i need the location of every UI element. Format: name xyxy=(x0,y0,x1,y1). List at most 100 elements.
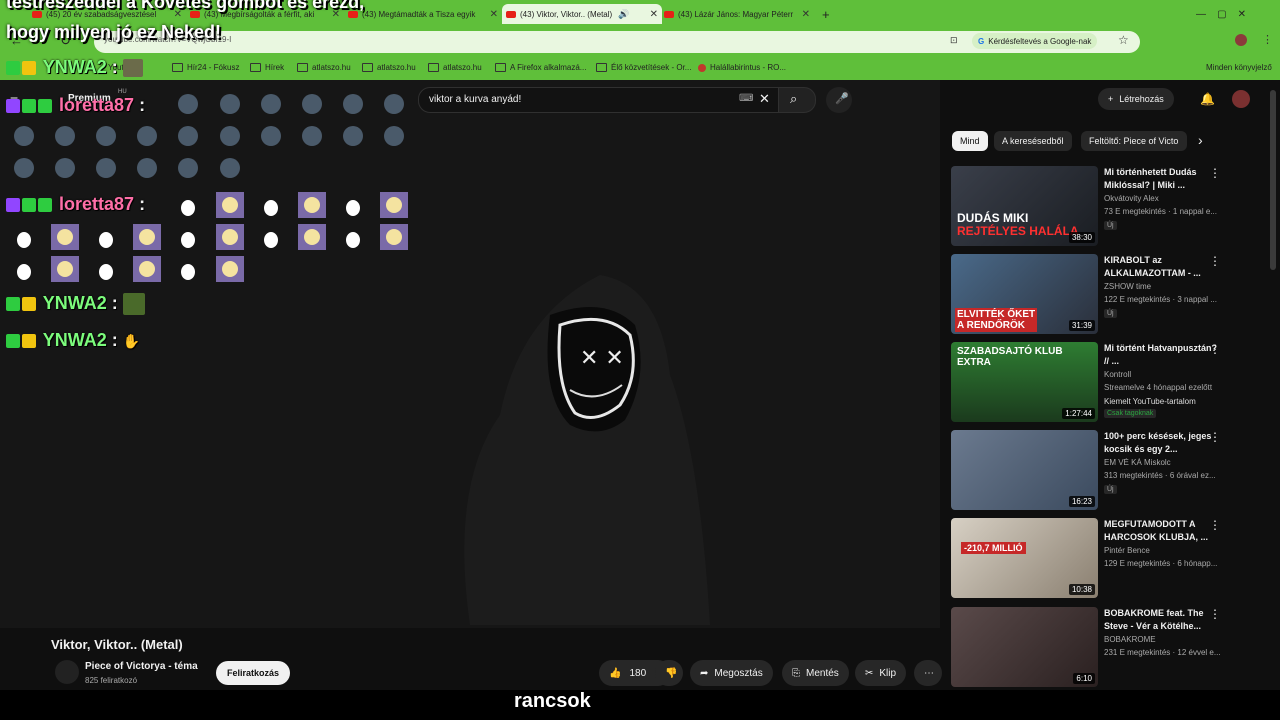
bookmark-halallabirintus[interactable]: Halállabirintus - RO... xyxy=(698,63,786,72)
window-controls[interactable]: — ▢ ✕ xyxy=(1196,4,1276,24)
bookmark-hir24[interactable]: Hír24 - Fókusz xyxy=(172,63,239,72)
duration-badge: 38:30 xyxy=(1068,232,1095,243)
voice-search-button[interactable]: 🎤 xyxy=(826,87,852,113)
tab-label: (43) Megtámadták a Tisza egyik xyxy=(362,9,476,19)
video-thumbnail[interactable]: ELVITTÉK ŐKET A RENDŐRÖK 31:39 xyxy=(951,254,1098,334)
crown-badge-icon xyxy=(22,334,36,349)
share-button[interactable]: ➦ Megosztás xyxy=(690,660,773,686)
new-badge: Új xyxy=(1104,221,1117,230)
chip-uploader[interactable]: Feltöltő: Piece of Victo xyxy=(1081,131,1187,151)
video-title[interactable]: KIRABOLT az ALKALMAZOTTAM - ... xyxy=(1104,254,1224,280)
tab-3[interactable]: (43) Megtámadták a Tisza egyik ✕ xyxy=(348,4,498,24)
video-meta: 73 E megtekintés · 1 nappal e... xyxy=(1104,207,1217,216)
search-box[interactable]: viktor a kurva anyád! ⌨ ✕ xyxy=(418,87,780,113)
channel-name[interactable]: EM VÉ KÁ Miskolc xyxy=(1104,458,1222,467)
recommendation-item[interactable]: 16:23 100+ perc késések, jeges kocsik és… xyxy=(951,430,1251,512)
tab-4-active[interactable]: (43) Viktor, Viktor.. (Metal) 🔊 ✕ xyxy=(502,4,662,24)
close-tab-icon[interactable]: ✕ xyxy=(486,9,498,20)
video-thumbnail[interactable]: 16:23 xyxy=(951,430,1098,510)
scrollbar[interactable] xyxy=(1270,90,1276,270)
more-options-icon[interactable]: ⋮ xyxy=(1209,430,1221,444)
channel-name[interactable]: BOBAKROME xyxy=(1104,635,1222,644)
recommendation-item[interactable]: 6:10 BOBAKROME feat. The Steve - Vér a K… xyxy=(951,607,1251,689)
channel-avatar[interactable] xyxy=(55,660,79,684)
recommendation-item[interactable]: SZABADSAJTÓ KLUB EXTRA 1:27:44 Mi történ… xyxy=(951,342,1251,424)
channel-name[interactable]: Kontroll xyxy=(1104,370,1222,379)
bookmark-firefox[interactable]: A Firefox alkalmazá... xyxy=(495,63,586,72)
browser-menu-icon[interactable]: ⋮ xyxy=(1262,33,1273,46)
video-title[interactable]: BOBAKROME feat. The Steve - Vér a Kötélh… xyxy=(1104,607,1224,633)
channel-name[interactable]: Pintér Bence xyxy=(1104,546,1222,555)
bookmark-atlatszo-2[interactable]: atlatszo.hu xyxy=(362,63,416,72)
video-title[interactable]: MEGFUTAMODOTT A HARCOSOK KLUBJA, ... xyxy=(1104,518,1224,544)
more-options-icon[interactable]: ⋮ xyxy=(1209,166,1221,180)
ask-google-label: Kérdésfeltevés a Google-nak xyxy=(988,36,1092,46)
svg-text:✕ ✕: ✕ ✕ xyxy=(580,346,624,371)
channel-name[interactable]: Okvátovity Alex xyxy=(1104,194,1222,203)
emote-grid-ducks xyxy=(17,192,408,282)
search-button[interactable]: ⌕ xyxy=(778,87,816,113)
chip-from-search[interactable]: A keresésedből xyxy=(994,131,1072,151)
kick-badge-icon xyxy=(6,61,20,76)
featured-label: Kiemelt YouTube-tartalom xyxy=(1104,397,1196,406)
bookmark-atlatszo-1[interactable]: atlatszo.hu xyxy=(297,63,351,72)
tab-5[interactable]: (43) Lázár János: Magyar Péterr ✕ xyxy=(664,4,810,24)
bookmark-star-icon[interactable]: ☆ xyxy=(1118,33,1129,47)
more-options-icon[interactable]: ⋮ xyxy=(1209,254,1221,268)
folder-icon xyxy=(172,63,183,72)
kick-badge-icon xyxy=(6,334,20,349)
install-icon[interactable]: ⊡ xyxy=(950,35,958,46)
bookmark-elo[interactable]: Élő közvetítések - Or... xyxy=(596,63,691,72)
new-badge: Új xyxy=(1104,485,1117,494)
more-actions-button[interactable]: ⋯ xyxy=(914,660,942,686)
recommendation-item[interactable]: ELVITTÉK ŐKET A RENDŐRÖK 31:39 KIRABOLT a… xyxy=(951,254,1251,336)
chevron-right-icon[interactable]: › xyxy=(1198,132,1203,148)
account-avatar[interactable] xyxy=(1232,90,1250,108)
video-title[interactable]: Mi történt Hatvanpusztán? // ... xyxy=(1104,342,1224,368)
channel-name[interactable]: Piece of Victorya - téma xyxy=(85,661,198,672)
duration-badge: 6:10 xyxy=(1073,673,1095,684)
ask-google-chip[interactable]: G Kérdésfeltevés a Google-nak xyxy=(972,33,1098,49)
new-tab-button[interactable]: + xyxy=(822,4,836,24)
more-options-icon[interactable]: ⋮ xyxy=(1209,607,1221,621)
thumbs-up-icon: 👍 xyxy=(609,667,622,679)
search-input[interactable]: viktor a kurva anyád! xyxy=(429,94,521,105)
google-icon: G xyxy=(978,36,985,46)
more-options-icon[interactable]: ⋮ xyxy=(1209,518,1221,532)
close-tab-icon[interactable]: ✕ xyxy=(646,9,658,20)
profile-avatar[interactable] xyxy=(1235,34,1247,46)
more-options-icon[interactable]: ⋮ xyxy=(1209,342,1221,356)
folder-icon xyxy=(297,63,308,72)
recommendation-item[interactable]: -210,7 MILLIÓ 10:38 MEGFUTAMODOTT A HARC… xyxy=(951,518,1251,600)
dislike-button[interactable]: 👎 xyxy=(655,660,683,686)
video-thumbnail[interactable]: 6:10 xyxy=(951,607,1098,687)
keyboard-icon[interactable]: ⌨ xyxy=(739,93,753,104)
bookmark-all[interactable]: Minden könyvjelző xyxy=(1206,63,1272,72)
clear-search-icon[interactable]: ✕ xyxy=(759,91,770,107)
video-title[interactable]: 100+ perc késések, jeges kocsik és egy 2… xyxy=(1104,430,1224,456)
folder-icon xyxy=(250,63,261,72)
chat-message: YNWA2 : xyxy=(6,293,147,316)
bookmark-atlatszo-3[interactable]: atlatszo.hu xyxy=(428,63,482,72)
channel-name[interactable]: ZSHOW time xyxy=(1104,282,1222,291)
save-button[interactable]: ⎘ Mentés xyxy=(782,660,849,686)
video-title: Viktor, Viktor.. (Metal) xyxy=(51,637,183,652)
create-button[interactable]: + Létrehozás xyxy=(1098,88,1174,110)
like-count: 180 xyxy=(629,667,647,679)
chat-username: YNWA2 xyxy=(42,57,107,77)
close-tab-icon[interactable]: ✕ xyxy=(798,9,810,20)
chip-all[interactable]: Mind xyxy=(952,131,988,151)
new-badge: Új xyxy=(1104,309,1117,318)
bookmark-hirek[interactable]: Hírek xyxy=(250,63,284,72)
recommendation-item[interactable]: DUDÁS MIKI REJTÉLYES HALÁLA 38:30 Mi tört… xyxy=(951,166,1251,248)
subscribe-button[interactable]: Feliratkozás xyxy=(216,661,291,685)
speaker-icon[interactable]: 🔊 xyxy=(618,9,629,20)
video-thumbnail[interactable]: SZABADSAJTÓ KLUB EXTRA 1:27:44 xyxy=(951,342,1098,422)
notifications-icon[interactable]: 🔔 xyxy=(1200,92,1215,106)
save-label: Mentés xyxy=(806,667,839,679)
thumbnail-text: ELVITTÉK ŐKET A RENDŐRÖK xyxy=(955,308,1038,332)
video-title[interactable]: Mi történhetett Dudás Miklóssal? | Miki … xyxy=(1104,166,1224,192)
video-thumbnail[interactable]: -210,7 MILLIÓ 10:38 xyxy=(951,518,1098,598)
clip-button[interactable]: ✂ Klip xyxy=(855,660,907,686)
video-thumbnail[interactable]: DUDÁS MIKI REJTÉLYES HALÁLA 38:30 xyxy=(951,166,1098,246)
